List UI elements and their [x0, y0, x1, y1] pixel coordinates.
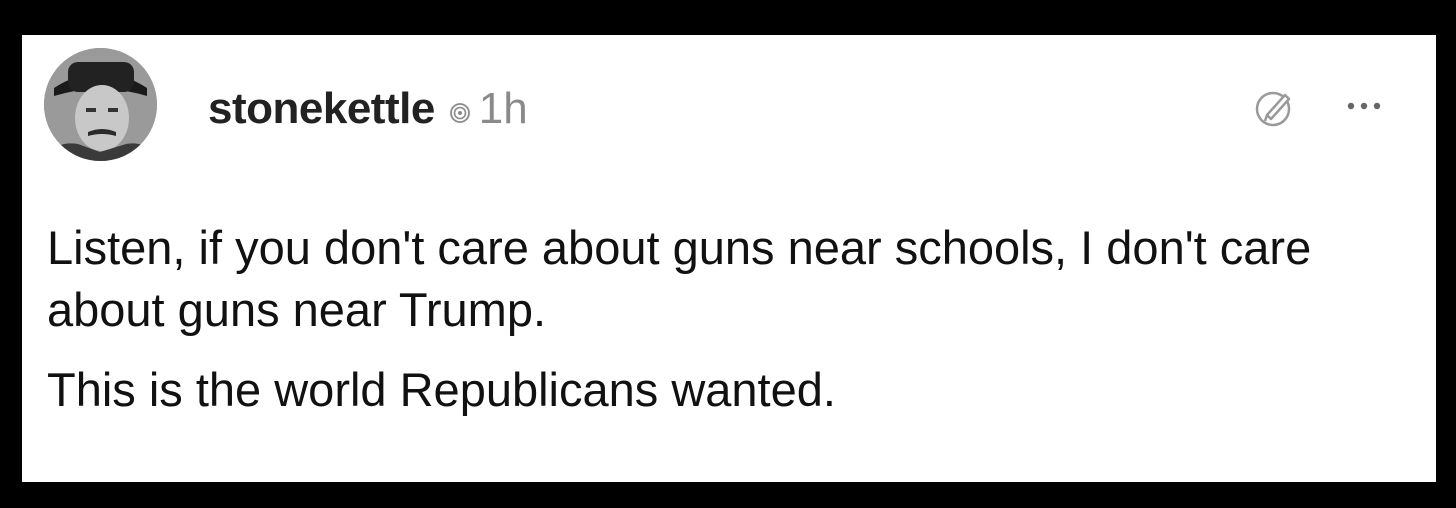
profile-photo-icon: [44, 48, 157, 161]
timestamp: 1h: [478, 84, 528, 133]
threads-icon: [449, 102, 471, 124]
post-paragraph: Listen, if you don't care about guns nea…: [47, 221, 1312, 336]
avatar[interactable]: [44, 48, 157, 161]
post-header: stonekettle 1h: [208, 77, 528, 141]
edit-pencil-icon[interactable]: [1249, 83, 1297, 131]
username[interactable]: stonekettle: [208, 84, 435, 134]
post-body: Listen, if you don't care about guns nea…: [47, 217, 1417, 421]
more-options-icon[interactable]: [1340, 91, 1390, 121]
post-paragraph: This is the world Republicans wanted.: [47, 363, 836, 416]
post-card: stonekettle 1h Listen, if you don't care…: [22, 35, 1436, 482]
